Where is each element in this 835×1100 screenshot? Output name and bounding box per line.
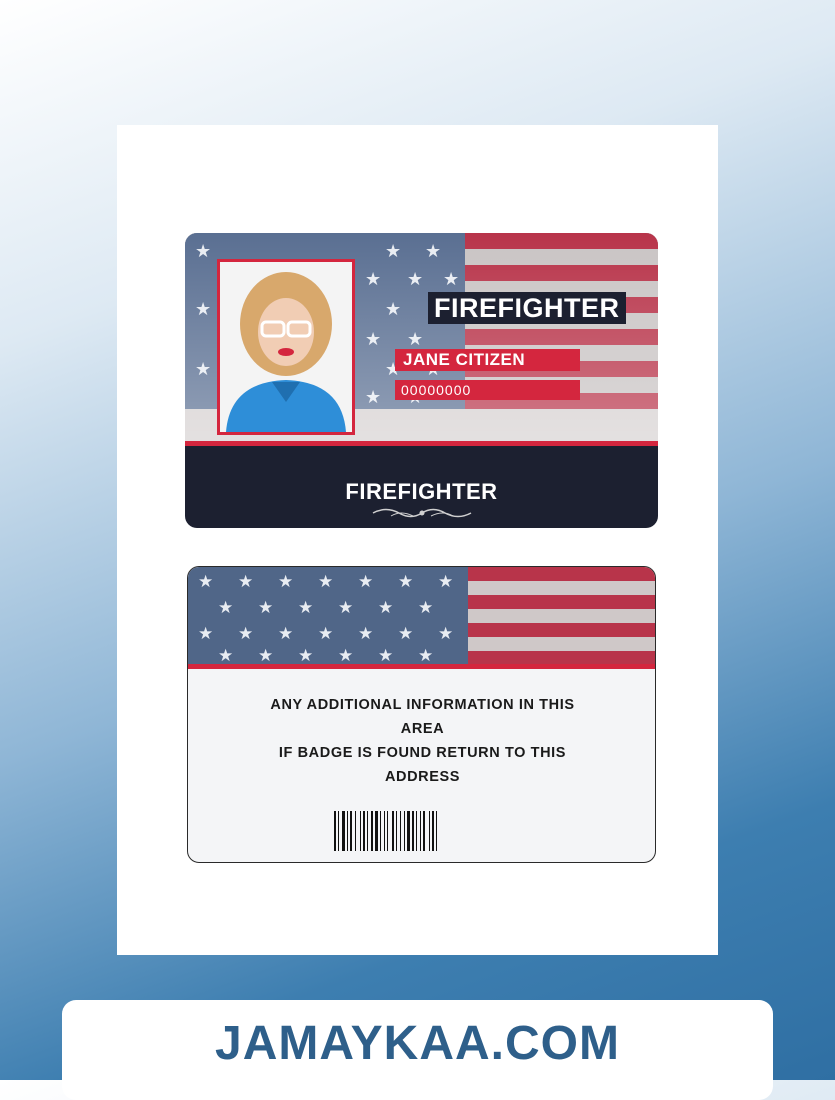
- svg-text:★: ★: [378, 598, 393, 618]
- svg-text:★: ★: [398, 572, 413, 592]
- flag-background: ★ ★ ★ ★ ★ ★ ★ ★ ★ ★ ★ ★ ★ ★ ★ ★ ★ ★ ★ ★ ★ ★ ★ ★ ★ ★: [188, 567, 655, 664]
- info-line: IF BADGE IS FOUND RETURN TO THIS: [278, 745, 567, 761]
- id-card-sheet: ★★ ★★★ ★★ ★★ ★★ ★★ ★★★: [117, 125, 718, 955]
- info-line: AREA: [400, 721, 445, 737]
- svg-text:★: ★: [338, 646, 353, 664]
- svg-text:★: ★: [298, 598, 313, 618]
- barcode: [334, 811, 516, 856]
- info-line: ADDRESS: [384, 769, 461, 785]
- portrait-photo: [217, 259, 355, 435]
- svg-text:★: ★: [238, 624, 253, 644]
- svg-text:★: ★: [318, 572, 333, 592]
- svg-text:★: ★: [238, 572, 253, 592]
- svg-text:★: ★: [278, 572, 293, 592]
- svg-text:★: ★: [198, 624, 213, 644]
- holder-name: JANE CITIZEN: [395, 349, 580, 371]
- svg-text:★: ★: [218, 646, 233, 664]
- svg-text:★: ★: [438, 624, 453, 644]
- id-number: 00000000: [395, 380, 580, 400]
- svg-text:★: ★: [258, 598, 273, 618]
- svg-text:★: ★: [298, 646, 313, 664]
- svg-text:★: ★: [258, 646, 273, 664]
- svg-text:★: ★: [378, 646, 393, 664]
- svg-text:★: ★: [278, 624, 293, 644]
- red-divider-stripe: [185, 441, 658, 446]
- footer-banner: JAMAYKAA.COM: [62, 1000, 773, 1100]
- svg-text:★: ★: [398, 624, 413, 644]
- id-card-back: ★ ★ ★ ★ ★ ★ ★ ★ ★ ★ ★ ★ ★ ★ ★ ★ ★ ★ ★ ★ ★ ★ ★ ★ ★ ★ ANY ADDITI…: [187, 566, 656, 863]
- svg-text:★: ★: [218, 598, 233, 618]
- svg-text:★: ★: [198, 572, 213, 592]
- flourish-ornament: [371, 506, 473, 525]
- id-card-front: ★★ ★★★ ★★ ★★ ★★ ★★ ★★★: [185, 233, 658, 528]
- svg-text:★: ★: [338, 598, 353, 618]
- bottom-title: FIREFIGHTER: [345, 479, 498, 504]
- svg-text:★: ★: [318, 624, 333, 644]
- svg-text:★: ★: [438, 572, 453, 592]
- info-line: ANY ADDITIONAL INFORMATION IN THIS: [270, 697, 575, 713]
- brand-watermark: JAMAYKAA.COM: [215, 1017, 620, 1070]
- svg-text:★: ★: [358, 572, 373, 592]
- additional-info-text: ANY ADDITIONAL INFORMATION IN THIS AREA …: [228, 693, 617, 789]
- svg-text:★: ★: [358, 624, 373, 644]
- svg-text:★: ★: [418, 646, 433, 664]
- red-divider-stripe: [188, 664, 655, 669]
- svg-text:★: ★: [418, 598, 433, 618]
- card-title: FIREFIGHTER: [428, 292, 626, 324]
